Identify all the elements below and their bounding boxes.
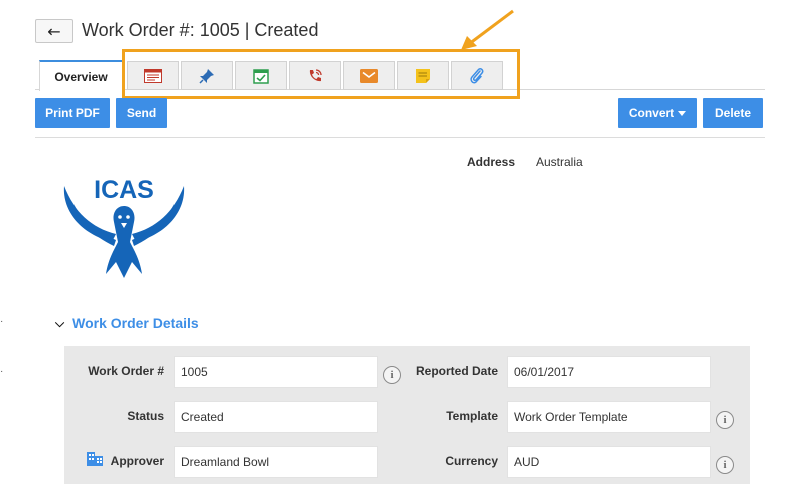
template-field[interactable]: Work Order Template xyxy=(507,401,711,433)
template-label: Template xyxy=(446,409,498,423)
work-order-details-panel: Work Order # 1005 i Reported Date 06/01/… xyxy=(64,346,750,484)
company-logo: ICAS xyxy=(63,176,185,278)
print-pdf-button[interactable]: Print PDF xyxy=(35,98,110,128)
reported-date-label: Reported Date xyxy=(415,364,498,378)
section-title: Work Order Details xyxy=(72,315,199,331)
status-field[interactable]: Created xyxy=(174,401,378,433)
work-order-field[interactable]: 1005 xyxy=(174,356,378,388)
work-order-details-toggle[interactable]: ⌵ Work Order Details xyxy=(55,315,199,331)
status-label: Status xyxy=(127,409,164,423)
caret-down-icon xyxy=(678,110,687,116)
logo-text: ICAS xyxy=(94,176,154,204)
back-button[interactable]: ← xyxy=(35,19,73,43)
work-order-page: ← Work Order #: 1005 | Created Overview xyxy=(0,0,789,484)
info-icon[interactable]: i xyxy=(716,411,734,429)
currency-field[interactable]: AUD xyxy=(507,446,711,478)
chevron-down-icon: ⌵ xyxy=(55,315,65,330)
approver-field[interactable]: Dreamland Bowl xyxy=(174,446,378,478)
info-icon[interactable]: i xyxy=(716,456,734,474)
page-title: Work Order #: 1005 | Created xyxy=(82,20,319,40)
tab-overview[interactable]: Overview xyxy=(39,60,123,91)
address-label: Address xyxy=(467,155,516,169)
work-order-label: Work Order # xyxy=(88,364,164,378)
edge-mark: · xyxy=(0,366,4,377)
highlight-annotation xyxy=(122,49,520,99)
convert-button[interactable]: Convert xyxy=(618,98,697,128)
info-icon[interactable]: i xyxy=(383,366,401,384)
back-arrow-icon: ← xyxy=(47,21,61,41)
address-value: Australia xyxy=(536,155,583,169)
send-button[interactable]: Send xyxy=(116,98,167,128)
annotation-arrow-icon xyxy=(461,9,514,50)
currency-label: Currency xyxy=(445,454,498,468)
convert-label: Convert xyxy=(628,106,675,120)
delete-button[interactable]: Delete xyxy=(703,98,763,128)
reported-date-field[interactable]: 06/01/2017 xyxy=(507,356,711,388)
edge-mark: · xyxy=(0,316,4,327)
building-icon xyxy=(87,452,103,466)
approver-label: Approver xyxy=(110,454,164,468)
divider xyxy=(35,137,765,138)
